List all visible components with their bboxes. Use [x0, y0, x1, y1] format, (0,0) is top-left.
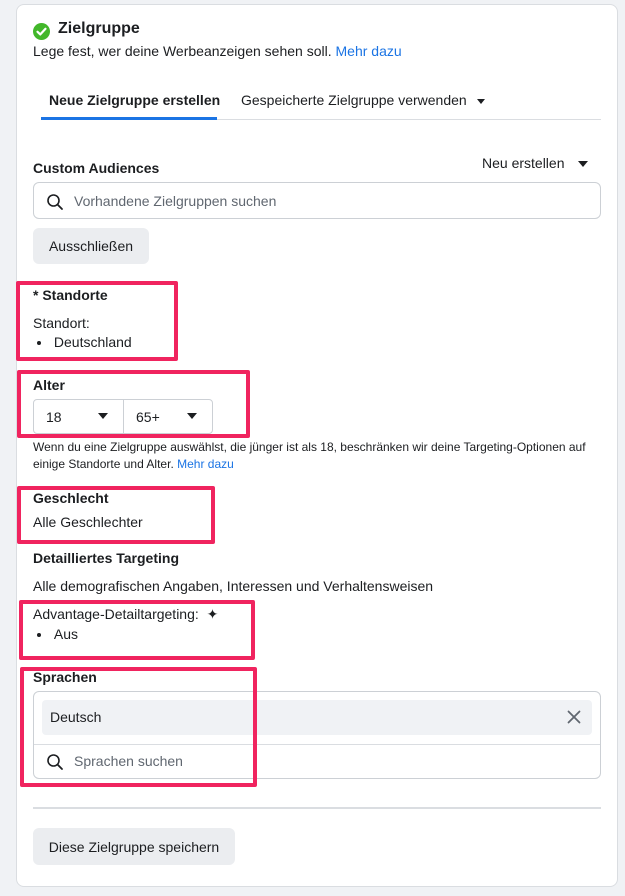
- section-subtitle: Lege fest, wer deine Werbeanzeigen sehen…: [33, 43, 402, 59]
- advantage-value: Aus: [53, 626, 79, 642]
- section-title: Zielgruppe: [58, 20, 140, 37]
- exclude-button[interactable]: Ausschließen: [33, 228, 149, 264]
- create-new-label: Neu erstellen: [482, 155, 565, 171]
- advantage-label-row: Advantage-Detailtargeting: ✦: [33, 606, 218, 623]
- caret-down-icon[interactable]: [98, 413, 108, 419]
- gender-value: Alle Geschlechter: [33, 514, 143, 530]
- detailed-targeting-value: Alle demografischen Angaben, Interessen …: [33, 578, 434, 594]
- footer-divider: [33, 807, 601, 809]
- tab-divider: [217, 119, 601, 120]
- age-separator: [123, 400, 124, 433]
- more-info-link[interactable]: Mehr dazu: [336, 43, 402, 59]
- detailed-targeting-label: Detailliertes Targeting: [33, 550, 180, 566]
- caret-down-icon: [476, 98, 485, 104]
- languages-highlight: [20, 667, 257, 787]
- custom-audiences-label: Custom Audiences: [33, 160, 160, 176]
- gender-label: Geschlecht: [33, 490, 109, 506]
- locations-label: * Standorte: [33, 287, 108, 303]
- age-note-text: Wenn du eine Zielgruppe auswählst, die j…: [33, 440, 586, 471]
- audience-card: Zielgruppe Lege fest, wer deine Werbeanz…: [16, 4, 618, 887]
- location-item: Deutschland: [37, 334, 132, 350]
- active-tab-indicator: [41, 117, 217, 120]
- location-value: Deutschland: [53, 334, 132, 350]
- create-new-dropdown[interactable]: Neu erstellen: [482, 155, 589, 171]
- advantage-item: Aus: [37, 626, 78, 642]
- subtitle-text: Lege fest, wer deine Werbeanzeigen sehen…: [33, 43, 332, 59]
- age-note: Wenn du eine Zielgruppe auswählst, die j…: [33, 439, 609, 473]
- check-circle-icon: [33, 23, 50, 40]
- age-range-selector: 18 65+: [33, 399, 213, 434]
- custom-audience-search-input[interactable]: Vorhandene Zielgruppen suchen: [33, 182, 601, 219]
- advantage-label: Advantage-Detailtargeting:: [33, 606, 199, 622]
- tab-saved-audience[interactable]: Gespeicherte Zielgruppe verwenden: [241, 92, 485, 108]
- bullet: [37, 633, 41, 638]
- caret-down-icon: [578, 161, 589, 168]
- sparkle-icon: ✦: [206, 606, 219, 622]
- age-max-value[interactable]: 65+: [136, 409, 160, 425]
- search-icon: [46, 193, 64, 211]
- caret-down-icon[interactable]: [187, 413, 197, 419]
- location-sublabel: Standort:: [33, 315, 90, 331]
- close-icon[interactable]: [567, 710, 581, 724]
- tab-saved-label: Gespeicherte Zielgruppe verwenden: [241, 92, 467, 108]
- age-more-info-link[interactable]: Mehr dazu: [177, 457, 234, 471]
- age-min-value[interactable]: 18: [46, 409, 62, 425]
- search-placeholder: Vorhandene Zielgruppen suchen: [74, 193, 277, 209]
- bullet: [37, 341, 41, 346]
- tab-new-audience[interactable]: Neue Zielgruppe erstellen: [49, 92, 220, 108]
- save-audience-button[interactable]: Diese Zielgruppe speichern: [33, 828, 235, 865]
- age-label: Alter: [33, 377, 65, 393]
